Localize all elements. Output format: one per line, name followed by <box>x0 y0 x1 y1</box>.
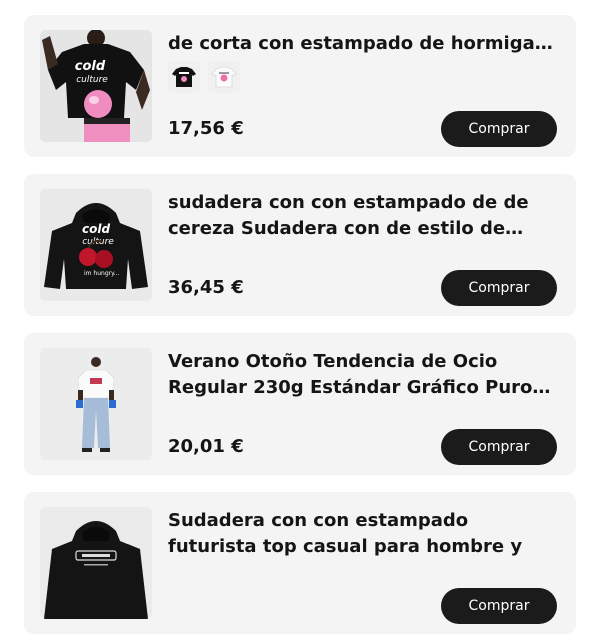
product-title[interactable]: Sudadera con con estampado futurista top… <box>168 508 556 560</box>
product-title[interactable]: Verano Otoño Tendencia de Ocio Regular 2… <box>168 349 556 401</box>
product-price: 17,56 € <box>168 118 244 139</box>
variant-black-tee[interactable] <box>168 61 200 93</box>
buy-button[interactable]: Comprar <box>441 429 557 465</box>
product-card[interactable]: Sudadera con con estampado futurista top… <box>24 492 576 634</box>
product-image[interactable]: cold culture <box>40 30 152 142</box>
product-title[interactable]: sudadera con con estampado de de cereza … <box>168 190 556 242</box>
product-card[interactable]: cold culture im hungry... sudadera con c… <box>24 174 576 316</box>
product-image[interactable] <box>40 507 152 619</box>
variant-white-tee[interactable] <box>208 61 240 93</box>
thumb-brand-text: culture <box>82 237 114 247</box>
product-title[interactable]: de corta con estampado de hormiga chile <box>168 31 556 57</box>
product-price: 36,45 € <box>168 277 244 298</box>
thumb-tagline-text: im hungry... <box>84 270 120 277</box>
product-image[interactable]: cold culture im hungry... <box>40 189 152 301</box>
thumb-brand-text: cold <box>75 59 106 74</box>
buy-button[interactable]: Comprar <box>441 111 557 147</box>
product-image[interactable] <box>40 348 152 460</box>
product-price: 20,01 € <box>168 436 244 457</box>
product-card[interactable]: Verano Otoño Tendencia de Ocio Regular 2… <box>24 333 576 475</box>
product-list: cold culture de corta con estampado de h… <box>0 0 600 634</box>
thumb-brand-text: culture <box>76 75 108 85</box>
product-card[interactable]: cold culture de corta con estampado de h… <box>24 15 576 157</box>
thumb-brand-text: cold <box>82 222 110 236</box>
buy-button[interactable]: Comprar <box>441 270 557 306</box>
buy-button[interactable]: Comprar <box>441 588 557 624</box>
